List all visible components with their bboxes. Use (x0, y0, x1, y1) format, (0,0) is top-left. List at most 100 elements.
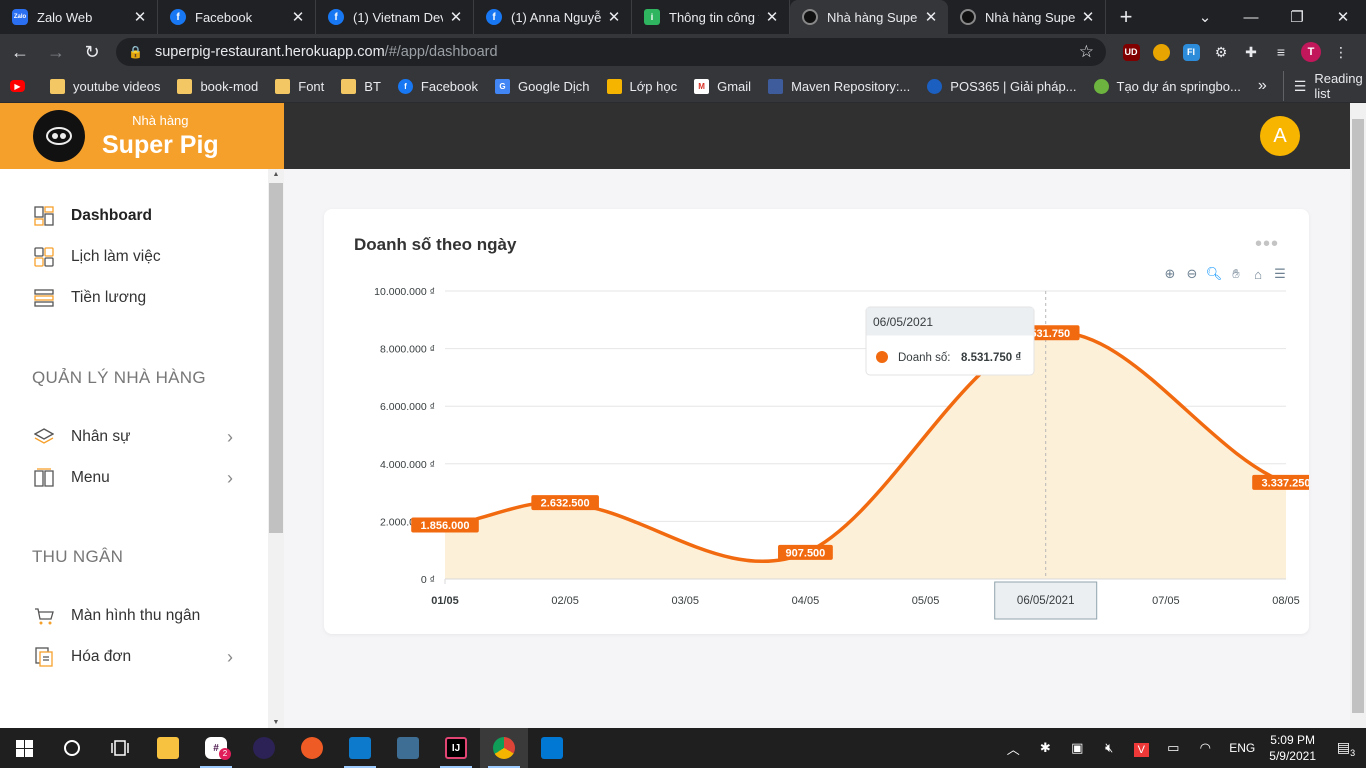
selection-zoom-icon[interactable]: 🔍︎ (1205, 265, 1223, 283)
zoom-out-icon[interactable]: ⊖ (1183, 265, 1201, 283)
close-icon[interactable]: ✕ (924, 8, 938, 26)
bookmark-youtube[interactable]: ▶ (10, 80, 33, 92)
intellij-icon[interactable]: IJ (432, 728, 480, 768)
volume-muted-icon[interactable]: 🔇︎ (1093, 740, 1125, 756)
gear-icon: ⚙ (1214, 43, 1228, 60)
data-label: 3.337.250 (1262, 477, 1309, 489)
bookmark-font[interactable]: Font (275, 78, 324, 94)
search-icon[interactable] (48, 728, 96, 768)
vivaldi-tray-icon[interactable]: V (1125, 741, 1157, 757)
eclipse-icon[interactable] (240, 728, 288, 768)
settings-extension[interactable]: ⚙ (1206, 37, 1236, 67)
postman-icon[interactable] (288, 728, 336, 768)
windows-start-icon[interactable] (0, 728, 48, 768)
language-indicator[interactable]: ENG (1229, 741, 1255, 755)
close-icon[interactable]: ✕ (133, 8, 147, 26)
back-button[interactable]: ← (4, 36, 36, 68)
more-bookmarks-chevron-icon[interactable]: » (1258, 77, 1267, 95)
sidebar-item-dashboard[interactable]: Dashboard (33, 204, 233, 228)
mysql-workbench-icon[interactable] (384, 728, 432, 768)
sidebar-item-menu[interactable]: Menu › (33, 466, 233, 490)
restore-button[interactable]: ❐ (1274, 0, 1320, 34)
x-tick-label: 01/05 (431, 595, 459, 607)
clock[interactable]: 5:09 PM 5/9/2021 (1269, 732, 1316, 764)
bookmark-spring[interactable]: Tạo dự án springbo... (1093, 78, 1241, 94)
forward-button[interactable]: → (40, 36, 72, 68)
bookmark-classroom[interactable]: Lớp học (606, 78, 677, 94)
tab-facebook[interactable]: f Facebook ✕ (158, 0, 316, 34)
extension-fi[interactable]: FI (1176, 37, 1206, 67)
bookmark-gmail[interactable]: M Gmail (694, 78, 751, 94)
pig-icon (960, 9, 976, 25)
profile-button[interactable]: T (1296, 37, 1326, 67)
windows-taskbar: # 2 IJ ︿ ✱ ▣ 🔇︎ V ▭ ◠ ENG 5:09 PM 5/9/20… (0, 728, 1366, 768)
bookmark-facebook[interactable]: f Facebook (397, 78, 478, 94)
bookmark-pos365[interactable]: POS365 | Giải pháp... (927, 78, 1077, 94)
bookmark-google-translate[interactable]: G Google Dịch (495, 78, 590, 94)
folder-icon (177, 78, 193, 94)
address-bar[interactable]: 🔒 superpig-restaurant.herokuapp.com/#/ap… (116, 38, 1106, 66)
scroll-up-arrow-icon[interactable]: ▲ (268, 171, 284, 178)
close-window-button[interactable]: ✕ (1320, 0, 1366, 34)
sidebar-scrollbar[interactable]: ▲ ▼ (268, 169, 284, 728)
pan-hand-icon[interactable]: ✋︎ (1227, 265, 1245, 283)
reading-list-button[interactable]: ☰ Reading list (1282, 71, 1363, 101)
tab-search-icon[interactable]: ⌄ (1182, 0, 1228, 34)
tab-zalo[interactable]: Zalo Zalo Web ✕ (0, 0, 158, 34)
extension-colorful[interactable] (1146, 37, 1176, 67)
zoom-in-icon[interactable]: ⊕ (1161, 265, 1179, 283)
bookmark-book-mod[interactable]: book-mod (177, 78, 258, 94)
task-view-icon[interactable] (96, 728, 144, 768)
close-icon[interactable]: ✕ (765, 8, 779, 26)
sidebar-item-invoice[interactable]: Hóa đơn › (33, 645, 233, 669)
new-tab-button[interactable]: + (1106, 0, 1146, 34)
page-scrollbar[interactable] (1350, 103, 1366, 728)
tab-anna[interactable]: f (1) Anna Nguyễn ✕ (474, 0, 632, 34)
slack-icon[interactable]: # 2 (192, 728, 240, 768)
sidebar-item-staff[interactable]: Nhân sự › (33, 425, 233, 449)
sidebar-item-cashier-screen[interactable]: Màn hình thu ngân (33, 604, 233, 628)
user-avatar[interactable]: A (1260, 116, 1300, 156)
file-explorer-icon[interactable] (144, 728, 192, 768)
photos-icon[interactable] (528, 728, 576, 768)
tab-company-info[interactable]: i Thông tin công ty ✕ (632, 0, 790, 34)
meet-now-icon[interactable]: ▣ (1061, 740, 1093, 756)
minimize-button[interactable]: — (1228, 0, 1274, 34)
tab-superpig[interactable]: Nhà hàng Super P ✕ (948, 0, 1106, 34)
close-icon[interactable]: ✕ (291, 8, 305, 26)
chart-toolbar: ⊕ ⊖ 🔍︎ ✋︎ ⌂ ☰ (1161, 265, 1289, 283)
chrome-icon[interactable] (480, 728, 528, 768)
bookmark-youtube-videos[interactable]: youtube videos (50, 78, 160, 94)
chrome-menu-button[interactable]: ⋮ (1326, 37, 1356, 67)
chart-menu-icon[interactable]: ☰ (1271, 265, 1289, 283)
ublock-extension[interactable]: UD (1116, 37, 1146, 67)
reload-button[interactable]: ↻ (76, 36, 108, 68)
sidebar-item-schedule[interactable]: Lịch làm việc (33, 245, 233, 269)
bookmark-label: Maven Repository:... (791, 78, 911, 94)
sidebar-scrollbar-thumb[interactable] (269, 183, 283, 533)
wifi-icon[interactable]: ◠ (1189, 740, 1221, 756)
tab-vietnam-dev[interactable]: f (1) Vietnam Deve ✕ (316, 0, 474, 34)
tab-superpig-active[interactable]: Nhà hàng Super P ✕ (790, 0, 948, 34)
extensions-button[interactable]: ✚ (1236, 37, 1266, 67)
scroll-down-arrow-icon[interactable]: ▼ (268, 719, 284, 726)
sidebar-item-salary[interactable]: Tiền lương (33, 286, 233, 310)
notification-center-icon[interactable]: ▤3 (1326, 739, 1366, 758)
bookmark-maven[interactable]: Maven Repository:... (768, 78, 911, 94)
brand-header[interactable]: Nhà hàng Super Pig (0, 103, 284, 169)
reset-home-icon[interactable]: ⌂ (1249, 265, 1267, 283)
more-horizontal-icon[interactable]: ••• (1255, 233, 1279, 256)
lock-icon: 🔒 (128, 45, 143, 59)
vscode-icon[interactable] (336, 728, 384, 768)
close-icon[interactable]: ✕ (449, 8, 463, 26)
show-hidden-icons-chevron-icon[interactable]: ︿ (997, 739, 1029, 758)
media-control-button[interactable]: ≡ (1266, 37, 1296, 67)
close-icon[interactable]: ✕ (607, 8, 621, 26)
battery-icon[interactable]: ▭ (1157, 740, 1189, 756)
page-scrollbar-thumb[interactable] (1352, 119, 1364, 713)
bookmark-star-icon[interactable]: ☆ (1079, 42, 1094, 62)
bookmark-bt[interactable]: BT (341, 78, 381, 94)
notification-count: 3 (1350, 747, 1356, 758)
close-icon[interactable]: ✕ (1081, 8, 1095, 26)
slack-tray-icon[interactable]: ✱ (1029, 740, 1061, 756)
